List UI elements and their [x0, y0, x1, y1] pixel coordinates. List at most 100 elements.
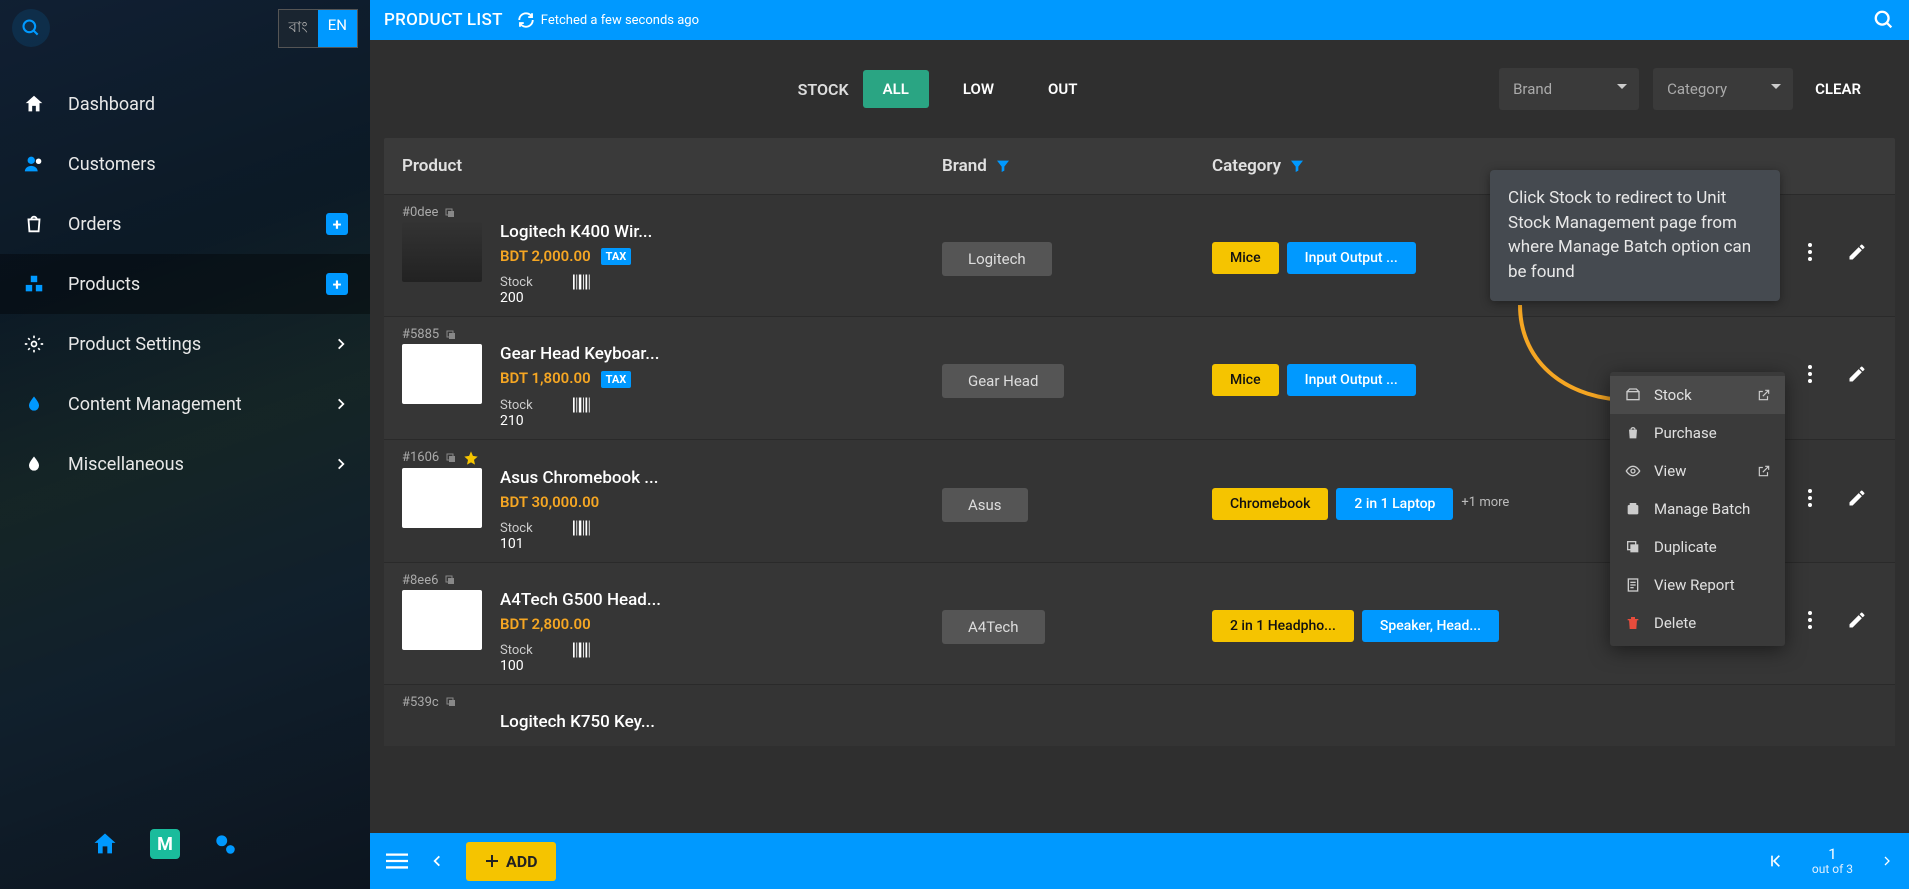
refresh-status[interactable]: Fetched a few seconds ago [517, 11, 699, 29]
product-name[interactable]: Logitech K400 Wir... [500, 222, 690, 242]
category-chip[interactable]: Speaker, Head... [1362, 610, 1499, 642]
home-shortcut[interactable] [90, 829, 120, 859]
menu-manage-batch[interactable]: Manage Batch [1610, 490, 1785, 528]
boxes-icon [22, 272, 46, 296]
nav-products[interactable]: Products + [0, 254, 370, 314]
add-order-badge[interactable]: + [326, 213, 348, 235]
menu-delete[interactable]: Delete [1610, 604, 1785, 642]
menu-toggle[interactable] [386, 852, 408, 870]
brand-chip[interactable]: Asus [942, 488, 1028, 522]
category-chip[interactable]: 2 in 1 Headpho... [1212, 610, 1354, 642]
stock-value: 100 [500, 658, 533, 674]
copy-icon[interactable] [445, 696, 457, 708]
topbar-search[interactable] [1873, 9, 1895, 31]
search-icon [1873, 9, 1895, 31]
nav-customers[interactable]: Customers [0, 134, 370, 194]
stock-icon [1624, 387, 1642, 403]
page-first[interactable] [1768, 853, 1784, 869]
product-name[interactable]: Asus Chromebook ... [500, 468, 690, 488]
brand-chip[interactable]: Gear Head [942, 364, 1064, 398]
page-next[interactable] [1881, 853, 1893, 869]
nav-label: Dashboard [68, 94, 155, 115]
category-chip[interactable]: Chromebook [1212, 488, 1328, 520]
product-id: #1606 [402, 450, 439, 465]
stock-filter-low[interactable]: LOW [943, 70, 1014, 108]
nav-dashboard[interactable]: Dashboard [0, 74, 370, 134]
copy-icon[interactable] [444, 574, 456, 586]
category-select[interactable]: Category [1653, 68, 1793, 110]
category-chip[interactable]: Input Output ... [1287, 242, 1416, 274]
settings-shortcut[interactable] [210, 829, 240, 859]
report-icon [1624, 577, 1642, 593]
product-name[interactable]: Logitech K750 Key... [500, 712, 690, 732]
edit-button[interactable] [1847, 488, 1867, 508]
header-brand[interactable]: Brand [942, 156, 1212, 176]
batch-icon [1624, 501, 1642, 517]
nav-product-settings[interactable]: Product Settings [0, 314, 370, 374]
edit-button[interactable] [1847, 364, 1867, 384]
brand-chip[interactable]: Logitech [942, 242, 1052, 276]
trash-icon [1624, 615, 1642, 631]
product-thumbnail[interactable] [402, 344, 482, 404]
nav-orders[interactable]: Orders + [0, 194, 370, 254]
more-button[interactable] [1807, 364, 1813, 384]
product-thumbnail[interactable] [402, 222, 482, 282]
copy-icon[interactable] [445, 452, 457, 464]
eye-icon [1624, 463, 1642, 479]
brand-chip[interactable]: A4Tech [942, 610, 1045, 644]
category-chip[interactable]: Mice [1212, 364, 1279, 396]
topbar: PRODUCT LIST Fetched a few seconds ago [370, 0, 1909, 40]
lang-option-bn[interactable]: বাং [279, 10, 318, 47]
category-chip[interactable]: Mice [1212, 242, 1279, 274]
barcode-icon[interactable] [573, 273, 593, 291]
star-icon[interactable] [463, 450, 479, 466]
back-button[interactable] [430, 851, 444, 871]
nav-label: Product Settings [68, 334, 201, 355]
product-thumbnail[interactable] [402, 468, 482, 528]
more-button[interactable] [1807, 610, 1813, 630]
duplicate-icon [1624, 539, 1642, 555]
nav-label: Content Management [68, 394, 242, 415]
tax-badge: TAX [601, 371, 632, 388]
more-button[interactable] [1807, 242, 1813, 262]
sidebar-search-button[interactable] [12, 9, 50, 47]
tax-badge: TAX [601, 248, 632, 265]
language-toggle[interactable]: বাং EN [278, 9, 358, 48]
add-product-badge[interactable]: + [326, 273, 348, 295]
chevron-right-icon [334, 397, 348, 411]
stock-filter-all[interactable]: ALL [863, 70, 929, 108]
product-name[interactable]: A4Tech G500 Head... [500, 590, 690, 610]
copy-icon[interactable] [445, 329, 457, 341]
search-icon [21, 18, 41, 38]
lang-option-en[interactable]: EN [318, 10, 357, 47]
barcode-icon[interactable] [573, 519, 593, 537]
stock-filter-out[interactable]: OUT [1028, 70, 1097, 108]
more-categories[interactable]: +1 more [1461, 496, 1509, 510]
add-button[interactable]: ADD [466, 842, 556, 881]
menu-purchase[interactable]: Purchase [1610, 414, 1785, 452]
edit-button[interactable] [1847, 242, 1867, 262]
menu-stock[interactable]: Stock [1610, 376, 1785, 414]
stock-label: Stock [500, 521, 533, 536]
product-thumbnail[interactable] [402, 590, 482, 650]
header-category[interactable]: Category [1212, 156, 1482, 176]
nav-content-management[interactable]: Content Management [0, 374, 370, 434]
category-chip[interactable]: 2 in 1 Laptop [1336, 488, 1453, 520]
product-name[interactable]: Gear Head Keyboar... [500, 344, 690, 364]
clear-filters[interactable]: CLEAR [1807, 80, 1869, 98]
product-id: #539c [402, 695, 439, 710]
barcode-icon[interactable] [573, 641, 593, 659]
menu-duplicate[interactable]: Duplicate [1610, 528, 1785, 566]
more-button[interactable] [1807, 488, 1813, 508]
menu-view-report[interactable]: View Report [1610, 566, 1785, 604]
nav-misc[interactable]: Miscellaneous [0, 434, 370, 494]
chevron-right-icon [334, 457, 348, 471]
menu-view[interactable]: View [1610, 452, 1785, 490]
edit-button[interactable] [1847, 610, 1867, 630]
category-chip[interactable]: Input Output ... [1287, 364, 1416, 396]
copy-icon[interactable] [444, 207, 456, 219]
sidebar: বাং EN Dashboard Customers O [0, 0, 370, 889]
barcode-icon[interactable] [573, 396, 593, 414]
ms-shortcut[interactable]: M [150, 829, 180, 859]
brand-select[interactable]: Brand [1499, 68, 1639, 110]
